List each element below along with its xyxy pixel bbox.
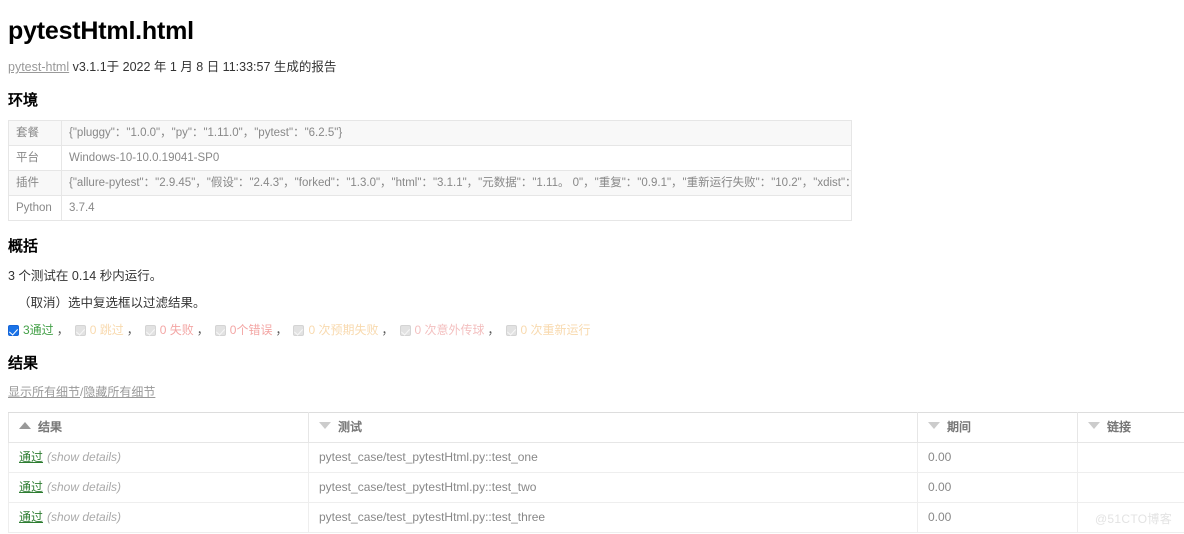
filter-error-label: 0个错误 — [229, 323, 273, 337]
table-row: 通过 (show details) pytest_case/test_pytest… — [8, 502, 1184, 533]
result-cell[interactable]: 通过 (show details) — [8, 472, 309, 503]
watermark: @51CTO博客 — [1094, 512, 1172, 526]
show-details-link[interactable]: (show details) — [47, 510, 121, 524]
hide-all-details-link[interactable]: 隐藏所有细节 — [83, 385, 155, 399]
sort-descending-icon — [319, 422, 331, 429]
column-header-result-label: 结果 — [38, 420, 63, 434]
filter-separator: ， — [381, 323, 394, 337]
environment-table-body: 套餐 {"pluggy"："1.0.0"，"py"："1.11.0"，"pyte… — [8, 120, 852, 221]
column-header-links-label: 链接 — [1107, 420, 1132, 434]
report-page: pytestHtml.html pytest-html v3.1.1于 2022… — [0, 0, 1184, 533]
filter-passed-label: 3通过 — [23, 323, 54, 337]
filter-xfailed[interactable]: 0 次预期失败 — [293, 323, 378, 338]
environment-value: {"pluggy"："1.0.0"，"py"："1.11.0"，"pytest"… — [61, 120, 852, 146]
filter-rerun[interactable]: 0 次重新运行 — [505, 323, 591, 338]
generated-line: pytest-html v3.1.1于 2022 年 1 月 8 日 11:33… — [8, 60, 1176, 75]
sort-descending-icon — [1088, 422, 1100, 429]
checkbox-passed-icon[interactable] — [8, 325, 19, 336]
environment-section-title: 环境 — [8, 92, 39, 109]
filter-failed-label: 0 失败 — [159, 323, 194, 337]
column-header-links[interactable]: 链接 — [1077, 412, 1184, 443]
links-cell — [1077, 442, 1184, 473]
filter-separator: ， — [126, 323, 139, 337]
status-badge: 通过 — [19, 450, 44, 464]
filter-rerun-label: 0 次重新运行 — [520, 323, 591, 337]
status-badge: 通过 — [19, 510, 44, 524]
environment-value: 3.7.4 — [61, 195, 852, 221]
column-header-result[interactable]: 结果 — [8, 412, 309, 443]
results-header-row: 结果 测试 期间 链接 — [8, 412, 1184, 443]
filter-xfailed-label: 0 次预期失败 — [308, 323, 379, 337]
checkbox-failed-icon[interactable] — [144, 325, 156, 336]
table-row: 平台 Windows-10-10.0.19041-SP0 — [8, 145, 852, 171]
filter-separator: ， — [275, 323, 288, 337]
environment-key: Python — [8, 195, 62, 221]
result-cell[interactable]: 通过 (show details) — [8, 502, 309, 533]
environment-key: 插件 — [8, 170, 62, 196]
results-table: 结果 测试 期间 链接 通过 (show details) pytest_case… — [8, 412, 1184, 533]
table-row: 通过 (show details) pytest_case/test_pytest… — [8, 442, 1184, 473]
duration-cell: 0.00 — [917, 502, 1078, 533]
table-row: 通过 (show details) pytest_case/test_pytest… — [8, 472, 1184, 503]
checkbox-xpassed-icon[interactable] — [399, 325, 411, 336]
column-header-test[interactable]: 测试 — [308, 412, 918, 443]
environment-table: 套餐 {"pluggy"："1.0.0"，"py"："1.11.0"，"pyte… — [8, 120, 852, 221]
duration-cell: 0.00 — [917, 442, 1078, 473]
status-badge: 通过 — [19, 480, 44, 494]
filter-separator: ， — [487, 323, 500, 337]
filter-separator: ， — [56, 323, 69, 337]
generated-timestamp: v3.1.1于 2022 年 1 月 8 日 11:33:57 生成的报告 — [69, 60, 337, 74]
show-all-details-link[interactable]: 显示所有细节 — [8, 385, 80, 399]
show-details-link[interactable]: (show details) — [47, 480, 121, 494]
result-cell[interactable]: 通过 (show details) — [8, 442, 309, 473]
table-row: 套餐 {"pluggy"："1.0.0"，"py"："1.11.0"，"pyte… — [8, 120, 852, 146]
duration-cell: 0.00 — [917, 472, 1078, 503]
results-table-body: 通过 (show details) pytest_case/test_pytest… — [8, 442, 1184, 533]
filter-hint-text: （取消）选中复选框以过滤结果。 — [18, 296, 206, 310]
pytest-html-link[interactable]: pytest-html — [8, 60, 69, 74]
column-header-duration[interactable]: 期间 — [917, 412, 1078, 443]
detail-toggle-links: 显示所有细节/隐藏所有细节 — [8, 385, 1176, 400]
column-header-duration-label: 期间 — [947, 420, 972, 434]
sort-descending-icon — [928, 422, 940, 429]
test-name-cell: pytest_case/test_pytestHtml.py::test_one — [308, 442, 918, 473]
filter-skipped-label: 0 跳过 — [89, 323, 124, 337]
filter-xpassed-label: 0 次意外传球 — [414, 323, 485, 337]
table-row: 插件 {"allure-pytest"："2.9.45"，"假设"："2.4.3… — [8, 170, 852, 196]
filter-xpassed[interactable]: 0 次意外传球 — [399, 323, 485, 338]
filter-skipped[interactable]: 0 跳过 — [74, 323, 124, 338]
column-header-test-label: 测试 — [338, 420, 363, 434]
show-details-link[interactable]: (show details) — [47, 450, 121, 464]
environment-value: {"allure-pytest"："2.9.45"，"假设"："2.4.3"，"… — [61, 170, 852, 196]
filter-error[interactable]: 0个错误 — [214, 323, 273, 338]
environment-key: 平台 — [8, 145, 62, 171]
environment-key: 套餐 — [8, 120, 62, 146]
checkbox-skipped-icon[interactable] — [74, 325, 86, 336]
checkbox-rerun-icon[interactable] — [505, 325, 517, 336]
sort-ascending-icon — [19, 422, 31, 429]
links-cell — [1077, 472, 1184, 503]
filter-passed[interactable]: 3通过 — [8, 323, 54, 338]
table-row: Python 3.7.4 — [8, 195, 852, 221]
test-name-cell: pytest_case/test_pytestHtml.py::test_two — [308, 472, 918, 503]
results-table-head: 结果 测试 期间 链接 — [8, 412, 1184, 443]
filter-checkbox-group: 3通过 ， 0 跳过 ， 0 失败 ， 0个错误 ， 0 次预期失败 ， 0 次… — [8, 323, 1176, 338]
results-section-title: 结果 — [8, 355, 39, 372]
page-title: pytestHtml.html — [8, 17, 194, 45]
checkbox-error-icon[interactable] — [214, 325, 226, 336]
filter-failed[interactable]: 0 失败 — [144, 323, 194, 338]
checkbox-xfailed-icon[interactable] — [293, 325, 305, 336]
summary-section-title: 概括 — [8, 238, 39, 255]
test-name-cell: pytest_case/test_pytestHtml.py::test_thr… — [308, 502, 918, 533]
environment-value: Windows-10-10.0.19041-SP0 — [61, 145, 852, 171]
run-summary-text: 3 个测试在 0.14 秒内运行。 — [8, 269, 163, 283]
filter-separator: ， — [196, 323, 209, 337]
